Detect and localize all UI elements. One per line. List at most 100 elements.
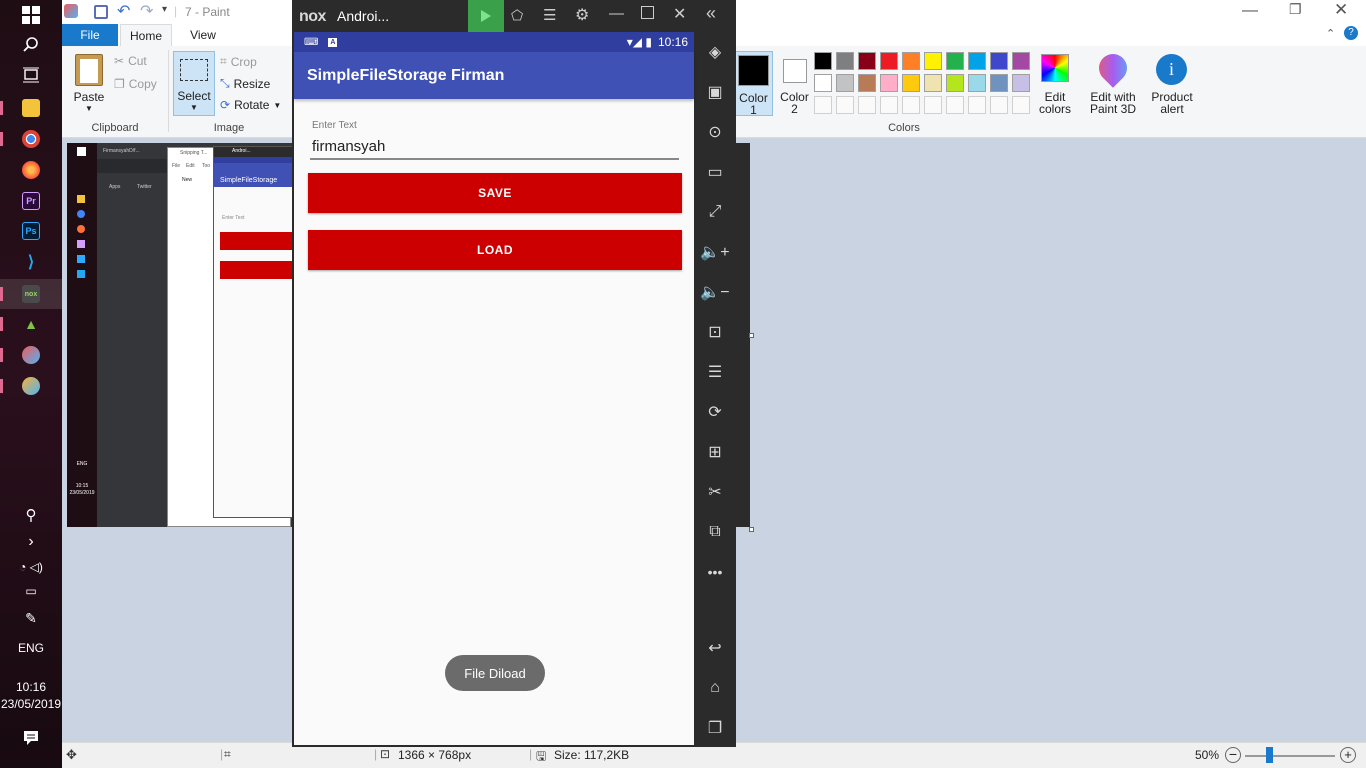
chrome-button[interactable] bbox=[0, 124, 62, 154]
palette-swatch[interactable] bbox=[814, 74, 832, 92]
resize-handle[interactable] bbox=[749, 333, 754, 338]
palette-swatch[interactable] bbox=[924, 74, 942, 92]
screen-icon[interactable]: ▭ bbox=[694, 160, 736, 184]
zoom-slider-thumb[interactable] bbox=[1266, 747, 1273, 763]
zoom-out-button[interactable]: − bbox=[1225, 747, 1241, 763]
palette-swatch-empty[interactable] bbox=[836, 96, 854, 114]
restore-button[interactable]: ❐ bbox=[1289, 1, 1302, 18]
select-button[interactable]: Select ▼ bbox=[173, 51, 215, 116]
pen-tray[interactable]: ✎ bbox=[0, 603, 62, 633]
palette-swatch[interactable] bbox=[858, 74, 876, 92]
color2-button[interactable]: Color 2 bbox=[775, 51, 814, 116]
save-icon[interactable] bbox=[94, 5, 108, 19]
location-pin-icon[interactable]: ⊙ bbox=[694, 120, 736, 144]
palette-swatch[interactable] bbox=[946, 52, 964, 70]
load-button[interactable]: LOAD bbox=[308, 230, 682, 270]
task-view-button[interactable] bbox=[0, 60, 62, 90]
language-indicator[interactable]: ENG bbox=[0, 641, 62, 655]
palette-swatch[interactable] bbox=[880, 52, 898, 70]
palette-swatch-empty[interactable] bbox=[946, 96, 964, 114]
paint-3d-taskbar-button[interactable] bbox=[0, 371, 62, 401]
premiere-button[interactable]: Pr bbox=[0, 186, 62, 216]
text-input[interactable]: firmansyah bbox=[312, 138, 385, 155]
photoshop-button[interactable]: Ps bbox=[0, 216, 62, 246]
collapse-ribbon-icon[interactable]: ⌃ bbox=[1326, 27, 1335, 40]
home-icon[interactable]: ⌂ bbox=[694, 676, 736, 700]
multi-instance-icon[interactable]: ⬠ bbox=[511, 7, 523, 24]
tab-file[interactable]: File bbox=[62, 24, 118, 46]
fullscreen-icon[interactable]: ⤢ bbox=[694, 200, 736, 224]
multi-drive-icon[interactable]: ☰ bbox=[694, 360, 736, 384]
palette-swatch[interactable] bbox=[990, 52, 1008, 70]
maximize-button[interactable] bbox=[641, 6, 654, 19]
menu-icon[interactable]: ☰ bbox=[543, 6, 556, 24]
more-icon[interactable]: ••• bbox=[694, 560, 736, 584]
palette-swatch[interactable] bbox=[968, 74, 986, 92]
palette-swatch[interactable] bbox=[902, 52, 920, 70]
palette-swatch-empty[interactable] bbox=[990, 96, 1008, 114]
palette-swatch[interactable] bbox=[1012, 52, 1030, 70]
screenshot-icon[interactable]: ⊡ bbox=[694, 320, 736, 344]
android-studio-button[interactable]: ▲ bbox=[0, 309, 62, 339]
recent-apps-icon[interactable]: ❐ bbox=[694, 716, 736, 740]
firefox-button[interactable] bbox=[0, 155, 62, 185]
palette-swatch-empty[interactable] bbox=[880, 96, 898, 114]
nox-taskbar-button[interactable]: nox bbox=[0, 279, 62, 309]
save-button[interactable]: SAVE bbox=[308, 173, 682, 213]
resize-button[interactable]: ⤡ Resize bbox=[220, 76, 270, 91]
edit-with-paint3d-button[interactable]: Edit with Paint 3D bbox=[1086, 48, 1140, 116]
cut-button[interactable]: ✂ Cut bbox=[114, 54, 147, 68]
collapse-sidebar-icon[interactable]: « bbox=[706, 3, 716, 24]
minimize-button[interactable]: — bbox=[1242, 2, 1258, 20]
clock-time[interactable]: 10:16 bbox=[0, 680, 62, 694]
help-icon[interactable]: ? bbox=[1344, 26, 1358, 40]
undo-icon[interactable]: ↶ bbox=[117, 1, 130, 21]
volume-down-icon[interactable]: 🔈− bbox=[694, 280, 736, 304]
file-explorer-button[interactable] bbox=[0, 93, 62, 123]
back-icon[interactable]: ↩ bbox=[694, 636, 736, 660]
palette-swatch[interactable] bbox=[836, 74, 854, 92]
zoom-slider[interactable] bbox=[1245, 755, 1335, 757]
paste-button[interactable]: Paste ▼ bbox=[72, 52, 106, 113]
copy-button[interactable]: ❐ Copy bbox=[114, 77, 157, 91]
close-button[interactable]: ✕ bbox=[1334, 0, 1348, 20]
palette-swatch-empty[interactable] bbox=[814, 96, 832, 114]
palette-swatch[interactable] bbox=[968, 52, 986, 70]
palette-swatch-empty[interactable] bbox=[902, 96, 920, 114]
rotate-icon[interactable]: ⟳ bbox=[694, 400, 736, 424]
palette-swatch-empty[interactable] bbox=[924, 96, 942, 114]
palette-swatch[interactable] bbox=[990, 74, 1008, 92]
add-apk-icon[interactable]: ⊞ bbox=[694, 440, 736, 464]
scissors-icon[interactable]: ✂ bbox=[694, 480, 736, 504]
keyboard-mapping-icon[interactable]: ◈ bbox=[694, 40, 736, 64]
multi-window-icon[interactable]: ⧉ bbox=[694, 520, 736, 544]
redo-icon[interactable]: ↷ bbox=[140, 1, 153, 21]
zoom-in-button[interactable]: + bbox=[1340, 747, 1356, 763]
palette-swatch-empty[interactable] bbox=[858, 96, 876, 114]
macro-icon[interactable]: ▣ bbox=[694, 80, 736, 104]
clock-date[interactable]: 23/05/2019 bbox=[0, 697, 62, 711]
palette-swatch-empty[interactable] bbox=[1012, 96, 1030, 114]
close-button[interactable]: ✕ bbox=[673, 4, 686, 24]
resize-handle[interactable] bbox=[749, 527, 754, 532]
palette-swatch[interactable] bbox=[814, 52, 832, 70]
play-store-button[interactable] bbox=[468, 0, 504, 32]
people-button[interactable]: ⚲ bbox=[0, 500, 62, 530]
battery-tray[interactable]: ▭ bbox=[0, 576, 62, 606]
action-center-button[interactable] bbox=[0, 723, 62, 753]
edit-colors-button[interactable]: Edit colors bbox=[1038, 51, 1074, 116]
minimize-button[interactable]: — bbox=[609, 5, 624, 22]
palette-swatch[interactable] bbox=[902, 74, 920, 92]
volume-up-icon[interactable]: 🔈+ bbox=[694, 240, 736, 264]
palette-swatch[interactable] bbox=[880, 74, 898, 92]
palette-swatch-empty[interactable] bbox=[968, 96, 986, 114]
settings-gear-icon[interactable]: ⚙ bbox=[575, 5, 589, 25]
palette-swatch[interactable] bbox=[924, 52, 942, 70]
crop-button[interactable]: ⌗ Crop bbox=[220, 54, 257, 69]
tab-home[interactable]: Home bbox=[120, 24, 172, 46]
tab-view[interactable]: View bbox=[177, 24, 229, 46]
product-alert-button[interactable]: i Product alert bbox=[1146, 51, 1198, 116]
customize-quick-access-icon[interactable]: ▾ bbox=[162, 4, 167, 15]
color1-button[interactable]: Color 1 bbox=[734, 51, 773, 117]
palette-swatch[interactable] bbox=[946, 74, 964, 92]
